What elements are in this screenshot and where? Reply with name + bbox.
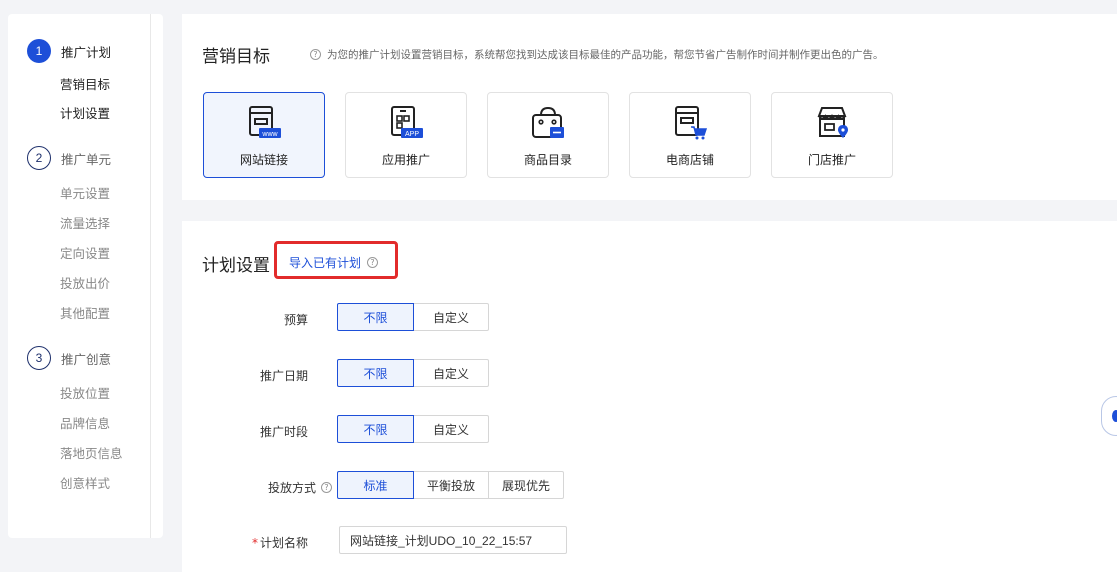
delivery-label-wrap: 投放方式 ?	[242, 479, 332, 496]
goal-label: 应用推广	[381, 153, 430, 167]
product-catalog-icon	[532, 106, 564, 138]
marketing-goal-card: 营销目标 ? 为您的推广计划设置营销目标，系统帮您找到达成该目标最佳的产品功能，…	[182, 14, 1117, 200]
assistant-icon	[1112, 410, 1117, 422]
www-badge: www	[261, 131, 278, 138]
marketing-goal-desc: ? 为您的推广计划设置营销目标，系统帮您找到达成该目标最佳的产品功能，帮您节省广…	[310, 47, 884, 62]
budget-selector: 不限 自定义	[337, 303, 489, 331]
budget-unlimited-option[interactable]: 不限	[337, 303, 414, 331]
import-plan-label[interactable]: 导入已有计划	[289, 254, 361, 271]
step-1-title: 推广计划	[61, 44, 112, 60]
goal-label: 电商店铺	[665, 153, 714, 167]
plan-name-label: 计划名称	[259, 536, 308, 550]
step-2-number: 2	[27, 146, 51, 170]
ecommerce-store-icon	[675, 106, 708, 140]
nav-other-config[interactable]: 其他配置	[60, 304, 110, 324]
goal-label: 商品目录	[523, 153, 572, 167]
period-custom-option[interactable]: 自定义	[413, 415, 489, 443]
import-plan-link[interactable]: 导入已有计划 ?	[289, 254, 379, 271]
step-3[interactable]: 3 推广创意	[27, 345, 111, 371]
goal-website-link[interactable]: www 网站链接	[203, 92, 325, 178]
delivery-balanced-option[interactable]: 平衡投放	[413, 471, 489, 499]
nav-brand-info[interactable]: 品牌信息	[60, 414, 110, 434]
budget-label: 预算	[283, 313, 308, 327]
period-unlimited-option[interactable]: 不限	[337, 415, 414, 443]
step-1[interactable]: 1 推广计划	[27, 38, 111, 64]
floating-assistant-button[interactable]	[1101, 396, 1117, 436]
app-promotion-icon: APP	[391, 106, 423, 138]
help-icon[interactable]: ?	[367, 257, 379, 268]
steps-divider	[150, 14, 151, 538]
date-selector: 不限 自定义	[337, 359, 489, 387]
nav-unit-settings[interactable]: 单元设置	[60, 184, 110, 204]
step-2-title: 推广单元	[61, 151, 112, 167]
budget-custom-option[interactable]: 自定义	[413, 303, 489, 331]
nav-landing-page-info[interactable]: 落地页信息	[60, 444, 123, 464]
step-2[interactable]: 2 推广单元	[27, 145, 111, 171]
date-custom-option[interactable]: 自定义	[413, 359, 489, 387]
step-3-number: 3	[27, 346, 51, 370]
steps-panel: 1 推广计划 营销目标 计划设置 2 推广单元 单元设置 流量选择 定向设置 投…	[8, 14, 163, 538]
delivery-selector: 标准 平衡投放 展现优先	[337, 471, 564, 499]
app-badge: APP	[405, 131, 419, 138]
goal-label: 门店推广	[807, 153, 856, 167]
nav-placement[interactable]: 投放位置	[60, 384, 110, 404]
help-icon[interactable]: ?	[321, 482, 332, 493]
nav-bidding[interactable]: 投放出价	[60, 274, 110, 294]
plan-name-label-wrap: * 计划名称	[242, 534, 308, 551]
required-mark: *	[251, 536, 258, 550]
goal-product-catalog[interactable]: 商品目录	[487, 92, 609, 178]
nav-traffic-selection[interactable]: 流量选择	[60, 214, 110, 234]
step-1-number: 1	[27, 39, 51, 63]
period-selector: 不限 自定义	[337, 415, 489, 443]
plan-settings-card: 计划设置 导入已有计划 ? 预算 不限 自定义 推广日期 不限 自定义 推广时段…	[182, 221, 1117, 572]
delivery-standard-option[interactable]: 标准	[337, 471, 414, 499]
plan-name-input[interactable]: 网站链接_计划UDO_10_22_15:57	[339, 526, 567, 554]
nav-creative-style[interactable]: 创意样式	[60, 474, 110, 494]
goal-ecommerce-store[interactable]: 电商店铺	[629, 92, 751, 178]
date-unlimited-option[interactable]: 不限	[337, 359, 414, 387]
date-label: 推广日期	[259, 369, 308, 383]
marketing-goal-title: 营销目标	[202, 47, 270, 67]
store-promotion-icon	[817, 107, 848, 138]
help-icon[interactable]: ?	[310, 49, 321, 60]
plan-settings-title: 计划设置	[202, 256, 270, 276]
delivery-label: 投放方式	[267, 481, 316, 495]
goal-app-promotion[interactable]: APP 应用推广	[345, 92, 467, 178]
goal-store-promotion[interactable]: 门店推广	[771, 92, 893, 178]
nav-marketing-goal[interactable]: 营销目标	[60, 75, 110, 95]
delivery-exposure-option[interactable]: 展现优先	[488, 471, 564, 499]
goal-label: 网站链接	[239, 153, 288, 167]
nav-targeting-settings[interactable]: 定向设置	[60, 244, 110, 264]
period-label: 推广时段	[259, 425, 308, 439]
step-3-title: 推广创意	[61, 351, 112, 367]
website-link-icon: www	[249, 106, 281, 138]
nav-plan-settings[interactable]: 计划设置	[60, 104, 110, 124]
marketing-goal-desc-text: 为您的推广计划设置营销目标，系统帮您找到达成该目标最佳的产品功能，帮您节省广告制…	[327, 49, 884, 61]
